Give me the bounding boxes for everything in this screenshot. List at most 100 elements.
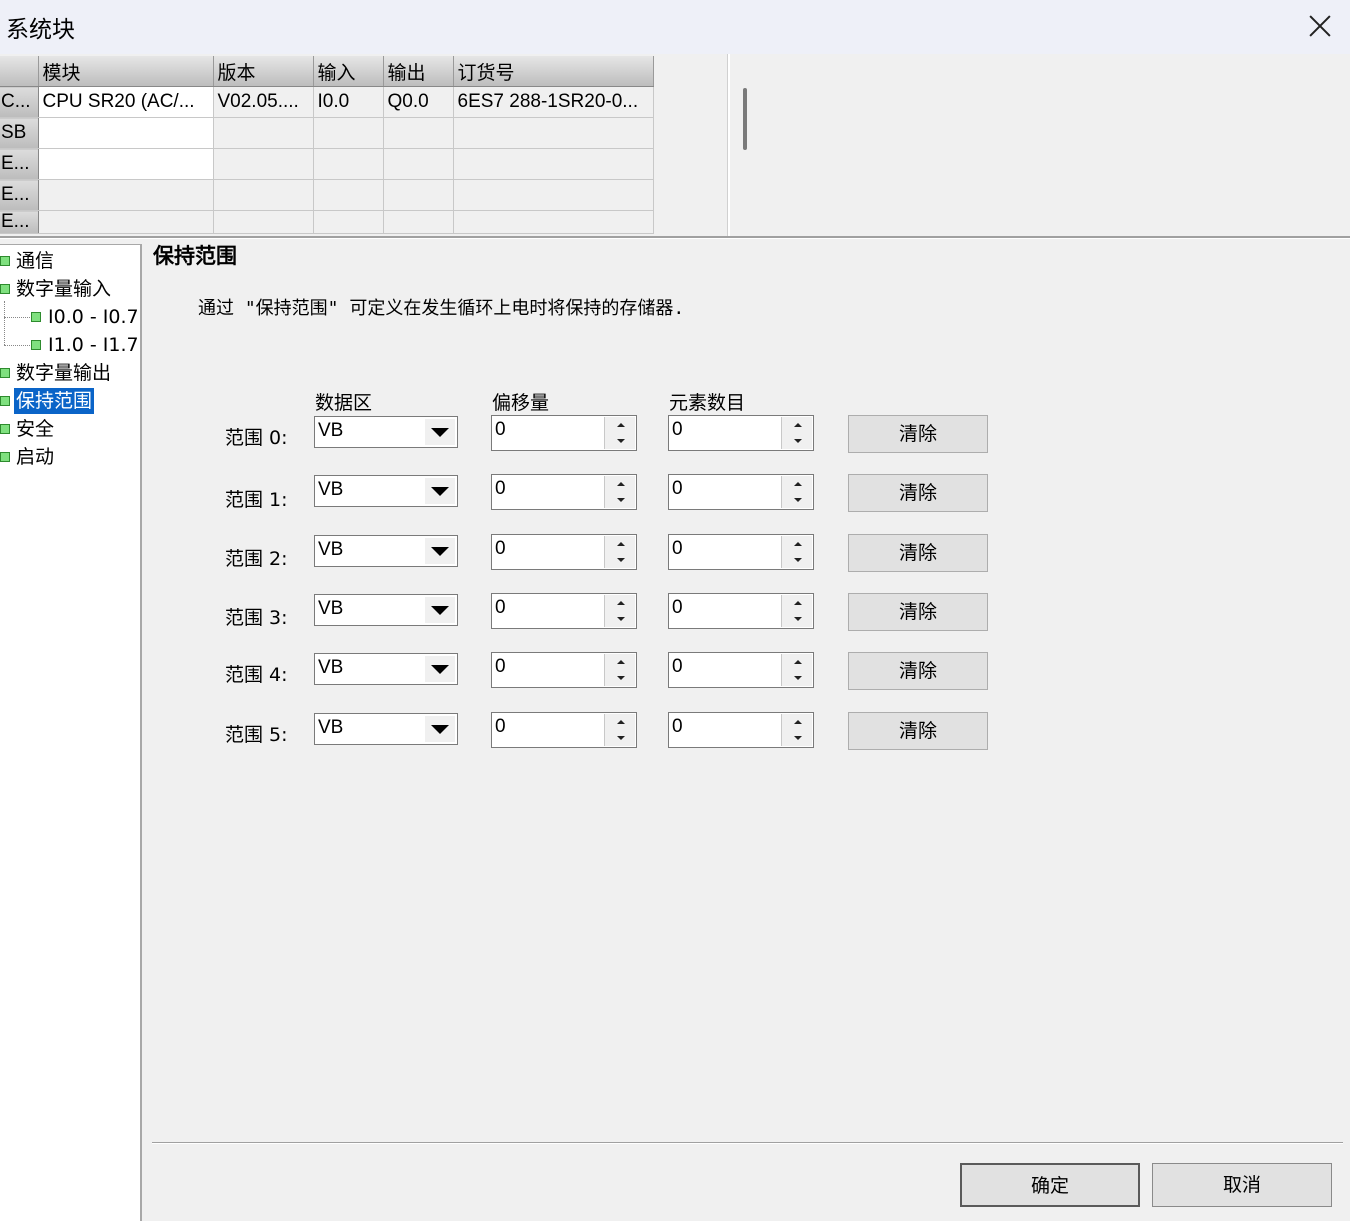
spin-up-icon[interactable] (781, 714, 812, 731)
clear-button[interactable]: 清除 (848, 593, 988, 631)
data-area-select[interactable]: VB (314, 475, 458, 507)
module-cell[interactable] (38, 117, 214, 149)
splitter[interactable] (0, 236, 1350, 239)
clear-button[interactable]: 清除 (848, 652, 988, 690)
clear-button[interactable]: 清除 (848, 712, 988, 750)
panel-heading: 保持范围 (153, 244, 237, 268)
spin-up-icon[interactable] (781, 595, 812, 612)
col-header-module[interactable]: 模块 (38, 56, 214, 87)
offset-value[interactable]: 0 (495, 419, 506, 441)
spin-up-icon[interactable] (604, 417, 635, 434)
row-header: E... (0, 210, 39, 234)
spin-up-icon[interactable] (781, 536, 812, 553)
version-cell (213, 179, 314, 211)
dropdown-arrow-icon[interactable] (425, 478, 455, 504)
row-header: C... (0, 86, 39, 118)
count-value[interactable]: 0 (672, 656, 683, 678)
data-area-value: VB (318, 657, 344, 678)
table-row[interactable]: E... (0, 148, 654, 180)
offset-stepper[interactable]: 0 (491, 593, 637, 629)
spin-down-icon[interactable] (604, 611, 635, 627)
table-row[interactable]: E... (0, 179, 654, 211)
range-label: 范围 0: (225, 427, 288, 449)
module-cell[interactable] (38, 210, 214, 234)
offset-value[interactable]: 0 (495, 656, 506, 678)
spin-down-icon[interactable] (604, 670, 635, 686)
spin-up-icon[interactable] (781, 417, 812, 434)
close-icon[interactable] (1300, 6, 1340, 46)
dropdown-arrow-icon[interactable] (425, 597, 455, 623)
module-cell[interactable] (38, 148, 214, 180)
clear-button[interactable]: 清除 (848, 415, 988, 453)
spin-down-icon[interactable] (781, 730, 812, 746)
data-area-select[interactable]: VB (314, 594, 458, 626)
offset-stepper[interactable]: 0 (491, 712, 637, 748)
count-value[interactable]: 0 (672, 419, 683, 441)
data-area-select[interactable]: VB (314, 653, 458, 685)
offset-value[interactable]: 0 (495, 597, 506, 619)
tree-node-icon (31, 340, 41, 350)
spin-up-icon[interactable] (781, 476, 812, 493)
offset-value[interactable]: 0 (495, 478, 506, 500)
module-cell[interactable]: CPU SR20 (AC/... (38, 86, 214, 118)
spin-up-icon[interactable] (604, 476, 635, 493)
output-cell: Q0.0 (383, 86, 454, 118)
count-value[interactable]: 0 (672, 478, 683, 500)
offset-stepper[interactable]: 0 (491, 415, 637, 451)
spin-down-icon[interactable] (604, 492, 635, 508)
count-stepper[interactable]: 0 (668, 652, 814, 688)
tree-node-icon (0, 452, 10, 462)
col-header-output[interactable]: 输出 (383, 56, 454, 87)
count-stepper[interactable]: 0 (668, 474, 814, 510)
dropdown-arrow-icon[interactable] (425, 538, 455, 564)
spin-up-icon[interactable] (604, 714, 635, 731)
spin-down-icon[interactable] (781, 492, 812, 508)
data-area-select[interactable]: VB (314, 416, 458, 448)
dropdown-arrow-icon[interactable] (425, 419, 455, 445)
ok-button[interactable]: 确定 (960, 1163, 1140, 1207)
count-stepper[interactable]: 0 (668, 534, 814, 570)
clear-button[interactable]: 清除 (848, 534, 988, 572)
count-value[interactable]: 0 (672, 716, 683, 738)
offset-stepper[interactable]: 0 (491, 474, 637, 510)
offset-stepper[interactable]: 0 (491, 534, 637, 570)
version-cell (213, 148, 314, 180)
clear-button[interactable]: 清除 (848, 474, 988, 512)
output-cell (383, 117, 454, 149)
spin-up-icon[interactable] (604, 595, 635, 612)
col-label-offset: 偏移量 (492, 392, 550, 414)
spin-up-icon[interactable] (781, 654, 812, 671)
table-row[interactable]: C... CPU SR20 (AC/... V02.05.... I0.0 Q0… (0, 86, 654, 118)
data-area-select[interactable]: VB (314, 535, 458, 567)
cancel-button[interactable]: 取消 (1152, 1163, 1332, 1207)
data-area-value: VB (318, 420, 344, 441)
col-header-input[interactable]: 输入 (313, 56, 384, 87)
spin-down-icon[interactable] (604, 552, 635, 568)
count-value[interactable]: 0 (672, 597, 683, 619)
spin-down-icon[interactable] (781, 611, 812, 627)
data-area-select[interactable]: VB (314, 713, 458, 745)
count-stepper[interactable]: 0 (668, 593, 814, 629)
spin-down-icon[interactable] (781, 433, 812, 449)
spin-down-icon[interactable] (604, 433, 635, 449)
output-cell (383, 210, 454, 234)
col-header-order-number[interactable]: 订货号 (453, 56, 654, 87)
table-row[interactable]: SB (0, 117, 654, 149)
col-header-version[interactable]: 版本 (213, 56, 314, 87)
offset-value[interactable]: 0 (495, 538, 506, 560)
scrollbar-thumb[interactable] (743, 88, 747, 150)
spin-down-icon[interactable] (604, 730, 635, 746)
dropdown-arrow-icon[interactable] (425, 716, 455, 742)
dropdown-arrow-icon[interactable] (425, 656, 455, 682)
count-value[interactable]: 0 (672, 538, 683, 560)
spin-up-icon[interactable] (604, 536, 635, 553)
spin-up-icon[interactable] (604, 654, 635, 671)
spin-down-icon[interactable] (781, 552, 812, 568)
offset-stepper[interactable]: 0 (491, 652, 637, 688)
offset-value[interactable]: 0 (495, 716, 506, 738)
table-row[interactable]: E... (0, 210, 654, 234)
count-stepper[interactable]: 0 (668, 415, 814, 451)
module-cell[interactable] (38, 179, 214, 211)
spin-down-icon[interactable] (781, 670, 812, 686)
count-stepper[interactable]: 0 (668, 712, 814, 748)
